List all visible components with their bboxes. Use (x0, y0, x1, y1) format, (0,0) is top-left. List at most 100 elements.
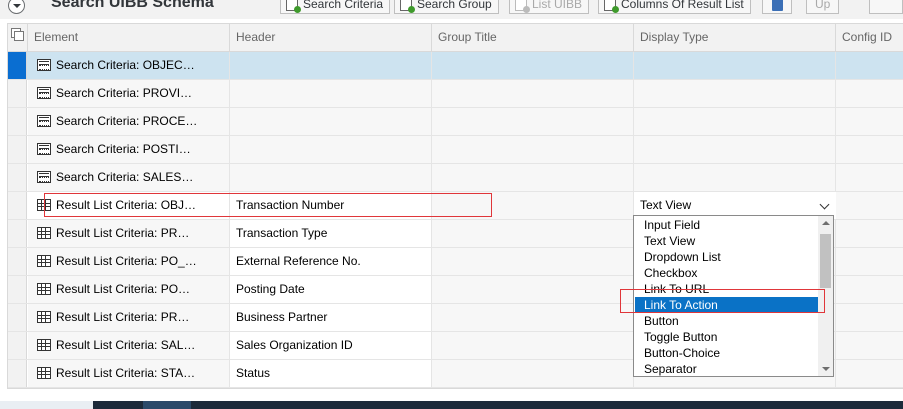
config-id-cell[interactable] (836, 304, 903, 331)
row-selector[interactable] (8, 52, 27, 79)
element-cell[interactable]: Result List Criteria: OBJ… (28, 192, 230, 219)
table-row[interactable]: Search Criteria: POSTI… (8, 136, 903, 164)
group-title-cell[interactable] (432, 164, 634, 191)
scroll-down-icon[interactable] (822, 367, 830, 371)
add-list-uibb-button[interactable]: List UIBB (509, 0, 590, 14)
dropdown-option[interactable]: Checkbox (635, 265, 818, 281)
table-row[interactable]: Search Criteria: SALES… (8, 164, 903, 192)
row-selector[interactable] (8, 304, 27, 331)
dropdown-option[interactable]: Button-Choice (635, 345, 818, 361)
config-id-cell[interactable] (836, 360, 903, 387)
up-button[interactable]: Up (806, 0, 840, 14)
scrollbar-thumb[interactable] (820, 234, 831, 288)
add-search-group-button[interactable]: Search Group (394, 0, 499, 14)
element-cell[interactable]: Search Criteria: OBJEC… (28, 52, 230, 79)
row-selector[interactable] (8, 108, 27, 135)
dropdown-option[interactable]: Text View (635, 233, 818, 249)
row-selector[interactable] (8, 276, 27, 303)
select-all-cell[interactable] (8, 24, 28, 51)
dropdown-option[interactable]: Dropdown List (635, 249, 818, 265)
table-row[interactable]: Search Criteria: OBJEC… (8, 52, 903, 80)
dropdown-option[interactable]: Toggle Button (635, 329, 818, 345)
header-cell[interactable]: Business Partner (230, 304, 432, 331)
config-id-cell[interactable] (836, 220, 903, 247)
row-selector[interactable] (8, 220, 27, 247)
header-cell[interactable]: Status (230, 360, 432, 387)
row-selector[interactable] (8, 136, 27, 163)
group-title-cell[interactable] (432, 332, 634, 359)
row-selector[interactable] (8, 360, 27, 387)
row-selector[interactable] (8, 192, 27, 219)
group-title-cell[interactable] (432, 220, 634, 247)
column-header-header[interactable]: Header (230, 24, 432, 51)
element-cell[interactable]: Search Criteria: SALES… (28, 164, 230, 191)
config-id-cell[interactable] (836, 332, 903, 359)
dropdown-option[interactable]: Separator (635, 361, 818, 376)
element-cell[interactable]: Result List Criteria: PO… (28, 276, 230, 303)
element-cell[interactable]: Search Criteria: POSTI… (28, 136, 230, 163)
config-id-cell[interactable] (836, 248, 903, 275)
column-header-group-title[interactable]: Group Title (432, 24, 634, 51)
element-cell[interactable]: Search Criteria: PROCE… (28, 108, 230, 135)
element-cell[interactable]: Result List Criteria: PR… (28, 304, 230, 331)
header-cell[interactable] (230, 108, 432, 135)
add-search-criteria-button[interactable]: Search Criteria (280, 0, 391, 14)
group-title-cell[interactable] (432, 80, 634, 107)
display-type-cell[interactable] (634, 136, 836, 163)
header-cell[interactable]: Posting Date (230, 276, 432, 303)
group-title-cell[interactable] (432, 248, 634, 275)
collapse-icon[interactable] (8, 0, 25, 14)
dropdown-scrollbar[interactable] (818, 216, 833, 376)
group-title-cell[interactable] (432, 108, 634, 135)
display-type-cell[interactable] (634, 52, 836, 79)
group-title-cell[interactable] (432, 276, 634, 303)
column-header-display-type[interactable]: Display Type (634, 24, 836, 51)
group-title-cell[interactable] (432, 192, 634, 219)
element-cell[interactable]: Result List Criteria: PR… (28, 220, 230, 247)
display-type-cell[interactable] (634, 80, 836, 107)
header-cell[interactable]: Transaction Number (230, 192, 432, 219)
element-cell[interactable]: Result List Criteria: PO_… (28, 248, 230, 275)
toolbar-more-button[interactable] (869, 0, 903, 14)
header-cell[interactable] (230, 80, 432, 107)
header-cell[interactable]: Sales Organization ID (230, 332, 432, 359)
header-cell[interactable]: Transaction Type (230, 220, 432, 247)
row-selector[interactable] (8, 332, 27, 359)
element-cell[interactable]: Search Criteria: PROVI… (28, 80, 230, 107)
group-title-cell[interactable] (432, 52, 634, 79)
add-columns-of-result-list-button[interactable]: Columns Of Result List (598, 0, 751, 14)
column-header-element[interactable]: Element (28, 24, 230, 51)
dropdown-option[interactable]: Input Field (635, 217, 818, 233)
row-selector[interactable] (8, 248, 27, 275)
group-title-cell[interactable] (432, 304, 634, 331)
element-cell[interactable]: Result List Criteria: STA… (28, 360, 230, 387)
group-title-cell[interactable] (432, 136, 634, 163)
config-id-cell[interactable] (836, 192, 903, 219)
display-type-cell[interactable] (634, 164, 836, 191)
element-cell[interactable]: Result List Criteria: SAL… (28, 332, 230, 359)
display-type-dropdown-list[interactable]: Input Field Text View Dropdown List Checkbo… (633, 215, 834, 377)
chevron-down-icon[interactable] (819, 199, 830, 210)
dropdown-option[interactable]: Link To Action (635, 297, 818, 313)
config-id-cell[interactable] (836, 108, 903, 135)
config-id-cell[interactable] (836, 52, 903, 79)
header-cell[interactable]: External Reference No. (230, 248, 432, 275)
group-title-cell[interactable] (432, 360, 634, 387)
delete-button[interactable] (762, 0, 792, 14)
dropdown-option[interactable]: Link To URL (635, 281, 818, 297)
header-cell[interactable] (230, 136, 432, 163)
header-cell[interactable] (230, 164, 432, 191)
row-selector[interactable] (8, 80, 27, 107)
column-header-config-id[interactable]: Config ID (836, 24, 903, 51)
table-row[interactable]: Search Criteria: PROCE… (8, 108, 903, 136)
config-id-cell[interactable] (836, 80, 903, 107)
config-id-cell[interactable] (836, 164, 903, 191)
config-id-cell[interactable] (836, 276, 903, 303)
config-id-cell[interactable] (836, 136, 903, 163)
row-selector[interactable] (8, 164, 27, 191)
table-row[interactable]: Search Criteria: PROVI… (8, 80, 903, 108)
scroll-up-icon[interactable] (822, 221, 830, 225)
dropdown-option[interactable]: Button (635, 313, 818, 329)
display-type-cell[interactable] (634, 108, 836, 135)
header-cell[interactable] (230, 52, 432, 79)
